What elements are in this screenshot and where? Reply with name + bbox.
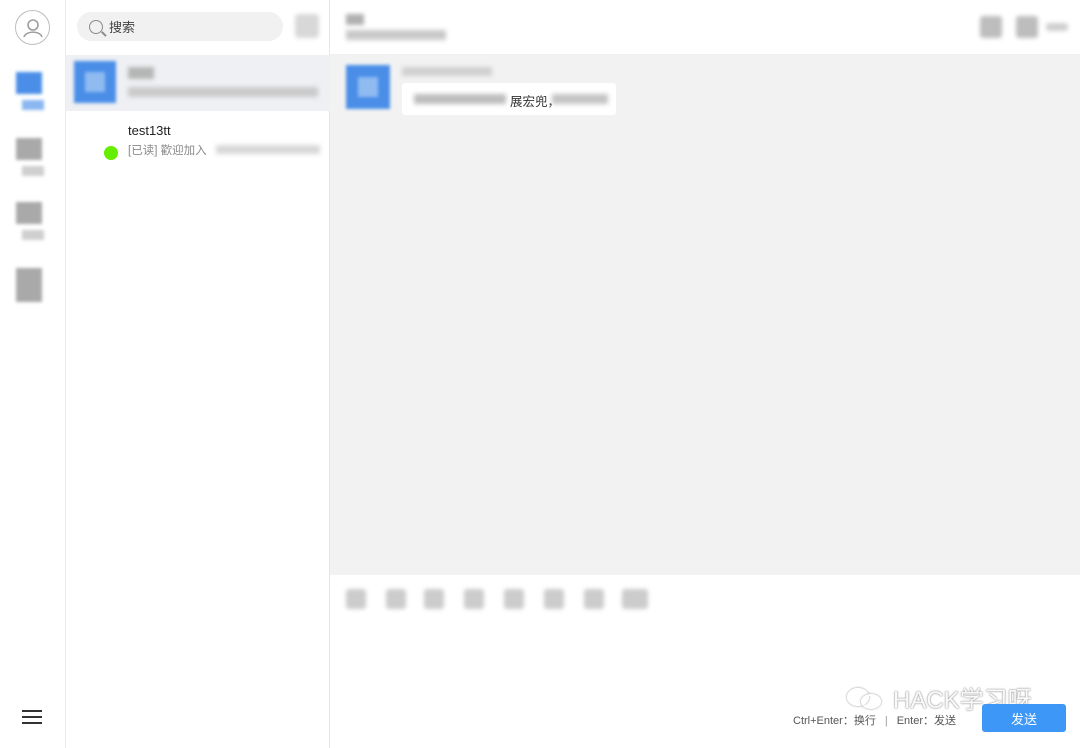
wechat-icon: [847, 686, 887, 710]
cut-icon[interactable]: [544, 589, 564, 609]
members-icon[interactable]: [1016, 16, 1038, 38]
chat-panel: 展宏兜， HACK学习呀 Ctrl+Enter：换行 | Enter：发送 发送: [330, 0, 1080, 748]
user-icon: [22, 18, 43, 37]
search-icon: [89, 19, 103, 34]
preview-text: 歡迎加入: [160, 145, 207, 157]
message-avatar: [346, 65, 390, 109]
conversation-item[interactable]: [66, 55, 330, 111]
message-blurred-text: [414, 94, 506, 104]
composer-toolbar: [330, 575, 1080, 625]
rail-item-contacts[interactable]: [14, 138, 50, 184]
groups-icon: [16, 202, 42, 224]
screenshot-icon[interactable]: [464, 589, 484, 609]
search-input[interactable]: 搜索: [109, 17, 135, 36]
message-bubble[interactable]: 展宏兜，: [402, 83, 616, 115]
emoji-icon[interactable]: [346, 589, 366, 609]
menu-icon[interactable]: [22, 710, 42, 726]
conversation-name: [128, 67, 154, 79]
preview-blurred: [216, 145, 320, 154]
send-hint: Ctrl+Enter：换行 | Enter：发送: [793, 712, 956, 728]
online-status-dot: [104, 146, 118, 160]
message-area: 展宏兜，: [330, 55, 1080, 575]
rail-item-label: [22, 100, 44, 110]
conversation-list: 搜索 test13tt [已读] 歡迎加入: [66, 0, 330, 748]
send-button[interactable]: 发送: [982, 704, 1066, 732]
rail-item-label: [22, 166, 44, 176]
message-meta: [402, 67, 492, 76]
rail-item-label: [22, 230, 44, 240]
voice-icon[interactable]: [584, 589, 604, 609]
apps-icon: [16, 268, 42, 302]
add-icon[interactable]: [295, 14, 319, 38]
chat-subtitle: [346, 30, 446, 40]
rail-item-messages[interactable]: [14, 72, 50, 118]
rail-item-apps[interactable]: [14, 268, 50, 314]
user-avatar[interactable]: [15, 10, 50, 45]
hint-separator: |: [884, 715, 888, 727]
chat-title: [346, 14, 364, 25]
conversation-item[interactable]: test13tt [已读] 歡迎加入: [66, 111, 330, 167]
message-blurred-text: [552, 94, 608, 104]
video-icon[interactable]: [622, 589, 648, 609]
conversation-avatar: [74, 61, 116, 103]
chat-icon: [16, 72, 42, 94]
rail-item-groups[interactable]: [14, 202, 50, 248]
chat-header: [330, 0, 1080, 55]
file-icon[interactable]: [424, 589, 444, 609]
contacts-icon: [16, 138, 42, 160]
more-icon[interactable]: [1046, 23, 1068, 31]
hint-newline: Ctrl+Enter：换行: [793, 715, 876, 727]
image-icon[interactable]: [386, 589, 406, 609]
folder-icon[interactable]: [504, 589, 524, 609]
read-status: [已读]: [128, 145, 158, 157]
search-box[interactable]: 搜索: [77, 12, 283, 41]
nav-rail: [0, 0, 66, 748]
conversation-preview: [已读] 歡迎加入: [128, 142, 207, 158]
conversation-name: test13tt: [128, 123, 171, 138]
hint-send: Enter：发送: [896, 715, 956, 727]
phone-icon[interactable]: [980, 16, 1002, 38]
conversation-preview: [128, 87, 318, 97]
